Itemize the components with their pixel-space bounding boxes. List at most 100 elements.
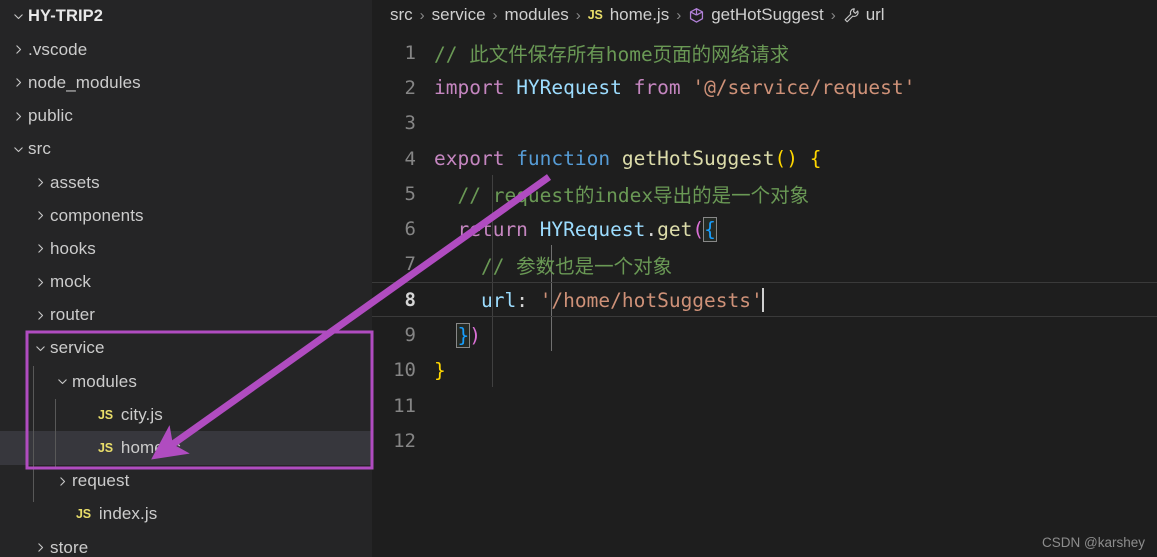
tree-row-mock[interactable]: mock xyxy=(0,266,372,299)
tree-row--vscode[interactable]: .vscode xyxy=(0,33,372,66)
line-number: 5 xyxy=(404,182,416,205)
sidebar-indent-guide-1 xyxy=(33,366,34,502)
tree-row-hooks[interactable]: hooks xyxy=(0,232,372,265)
code-line-5[interactable]: 5 // request的index导出的是一个对象 xyxy=(372,176,1157,211)
line-number: 1 xyxy=(404,41,416,64)
symbol-property-wrench-icon xyxy=(843,7,860,24)
js-badge-icon: JS xyxy=(587,8,603,22)
line-number: 6 xyxy=(404,218,416,241)
tree-item-label: .vscode xyxy=(28,39,88,59)
breadcrumb-label: modules xyxy=(504,5,569,24)
chevron-right-icon[interactable] xyxy=(30,276,50,289)
code-token: HYRequest xyxy=(539,217,646,241)
code-token: return xyxy=(457,217,528,241)
chevron-down-icon[interactable] xyxy=(30,342,50,355)
tree-row-modules[interactable]: modules xyxy=(0,365,372,398)
code-line-7[interactable]: 7 // 参数也是一个对象 xyxy=(372,247,1157,282)
tree-row-index-js[interactable]: JS index.js xyxy=(0,498,372,531)
tree-row-service[interactable]: service xyxy=(0,332,372,365)
tree-row-public[interactable]: public xyxy=(0,100,372,133)
tree-item-label: home.js xyxy=(120,438,182,458)
tree-item-label: src xyxy=(28,139,51,159)
code-line-11[interactable]: 11 xyxy=(372,388,1157,423)
line-number: 10 xyxy=(393,359,416,382)
tree-row-router[interactable]: router xyxy=(0,299,372,332)
code-token: HYRequest xyxy=(516,76,622,100)
code-line-12[interactable]: 12 xyxy=(372,423,1157,458)
code-text: export function getHotSuggest() { xyxy=(434,147,1157,170)
code-token: '@/service/request' xyxy=(692,76,916,100)
breadcrumb-item-modules[interactable]: modules xyxy=(505,5,569,25)
code-token: ) xyxy=(469,323,481,347)
code-line-2[interactable]: 2 import HYRequest from '@/service/reques… xyxy=(372,70,1157,105)
code-token: // request的index导出的是一个对象 xyxy=(434,184,810,208)
chevron-down-icon[interactable] xyxy=(52,375,72,388)
chevron-right-icon[interactable] xyxy=(8,43,28,56)
breadcrumb-item-home-js[interactable]: JS home.js xyxy=(588,5,669,25)
editor-pane: src › service › modules › JS home.js › getHotSugg… xyxy=(372,0,1157,557)
tree-row-components[interactable]: components xyxy=(0,199,372,232)
js-file-icon: JS xyxy=(98,407,113,422)
code-line-10[interactable]: 10} xyxy=(372,353,1157,388)
chevron-right-icon[interactable] xyxy=(30,309,50,322)
chevron-right-icon[interactable] xyxy=(30,242,50,255)
code-text: return HYRequest.get({ xyxy=(434,216,1157,242)
chevron-right-icon[interactable] xyxy=(52,475,72,488)
code-token: getHotSuggest xyxy=(621,147,775,171)
breadcrumb-item-gethotsuggest[interactable]: getHotSuggest xyxy=(688,5,824,25)
breadcrumb-item-url[interactable]: url xyxy=(843,5,885,25)
line-number: 3 xyxy=(404,112,416,135)
tree-row-request[interactable]: request xyxy=(0,465,372,498)
breadcrumb-label: url xyxy=(865,5,885,24)
chevron-right-icon[interactable] xyxy=(8,110,28,123)
code-token: // 参数也是一个对象 xyxy=(434,254,673,278)
code-line-1[interactable]: 1 // 此文件保存所有home页面的网络请求 xyxy=(372,35,1157,70)
tree-row-src[interactable]: src xyxy=(0,133,372,166)
breadcrumb-separator-icon: › xyxy=(575,6,581,24)
code-line-3[interactable]: 3 xyxy=(372,106,1157,141)
breadcrumb-label: src xyxy=(390,5,413,24)
breadcrumb-item-service[interactable]: service xyxy=(432,5,486,25)
code-line-9[interactable]: 9 }) xyxy=(372,317,1157,352)
line-number: 9 xyxy=(404,324,416,347)
code-token: function xyxy=(516,147,611,171)
code-token: : xyxy=(516,288,540,312)
tree-item-label: mock xyxy=(50,272,92,292)
tree-row-root[interactable]: HY-TRIP2 xyxy=(0,0,372,33)
code-line-8[interactable]: 8 url: '/home/hotSuggests' xyxy=(372,282,1157,318)
code-text: // 此文件保存所有home页面的网络请求 xyxy=(434,38,1157,67)
chevron-right-icon[interactable] xyxy=(30,209,50,222)
tree-item-label: hooks xyxy=(50,238,96,258)
code-editor[interactable]: 1 // 此文件保存所有home页面的网络请求 2 import HYRequest … xyxy=(372,35,1157,555)
code-token: . xyxy=(645,217,658,241)
tree-item-label: store xyxy=(50,537,89,557)
code-text: // request的index导出的是一个对象 xyxy=(434,179,1157,208)
chevron-down-icon[interactable] xyxy=(8,143,28,156)
tree-row-node-modules[interactable]: node_modules xyxy=(0,66,372,99)
tree-item-label: router xyxy=(50,305,96,325)
breadcrumb-item-src[interactable]: src xyxy=(390,5,413,25)
code-line-6[interactable]: 6 return HYRequest.get({ xyxy=(372,211,1157,246)
tree-row-assets[interactable]: assets xyxy=(0,166,372,199)
breadcrumb-separator-icon: › xyxy=(676,6,682,24)
explorer-sidebar: HY-TRIP2 .vscode node_modules public src asse… xyxy=(0,0,372,557)
code-token: } xyxy=(456,322,471,348)
line-number: 4 xyxy=(404,147,416,170)
chevron-down-icon[interactable] xyxy=(8,10,28,23)
tree-item-label: assets xyxy=(50,172,100,192)
symbol-object-icon xyxy=(688,7,705,24)
code-line-4[interactable]: 4 export function getHotSuggest() { xyxy=(372,141,1157,176)
chevron-right-icon[interactable] xyxy=(30,176,50,189)
chevron-right-icon[interactable] xyxy=(30,541,50,554)
code-text: import HYRequest from '@/service/request… xyxy=(434,76,1157,99)
tree-row-store[interactable]: store xyxy=(0,531,372,557)
code-token: { xyxy=(809,147,822,171)
code-token: from xyxy=(633,76,681,100)
breadcrumb[interactable]: src › service › modules › JS home.js › getHotSugg… xyxy=(372,0,1157,30)
chevron-right-icon[interactable] xyxy=(8,76,28,89)
